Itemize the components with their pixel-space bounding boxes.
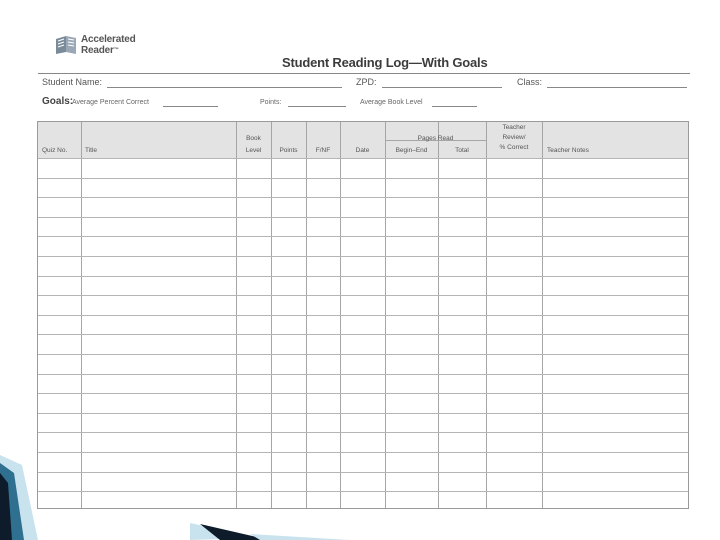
points-goal-label: Points: [260,99,282,106]
table-row[interactable] [38,197,688,199]
book-icon [56,36,76,54]
header-total: Total [455,147,469,154]
table-row[interactable] [38,334,688,336]
table-row[interactable] [38,373,688,375]
header-book-level-1: Book [246,135,261,142]
header-teacher-review-3: % Correct [499,144,529,151]
zpd-label: ZPD: [356,77,377,87]
header-fnf: F/NF [315,147,331,154]
table-row[interactable] [38,216,688,218]
header-quiz-no: Quiz No. [42,147,68,154]
class-field[interactable] [547,87,687,88]
table-row[interactable] [38,491,688,493]
points-goal-field[interactable] [288,106,346,107]
table-row[interactable] [38,275,688,277]
avg-percent-field[interactable] [163,106,218,107]
reading-log-table: Quiz No. Title Book Level Points F/NF Da… [37,121,689,509]
table-row[interactable] [38,452,688,453]
zpd-field[interactable] [382,87,502,88]
table-row[interactable] [38,256,688,257]
table-row[interactable] [38,236,688,238]
avg-book-level-label: Average Book Level [360,99,423,106]
table-row[interactable] [38,158,688,159]
table-row[interactable] [38,432,688,434]
table-row[interactable] [38,295,688,297]
header-pages-read: Pages Read [417,135,454,142]
slide-bottom-decoration [190,523,350,540]
header-teacher-review-1: Teacher [502,124,526,131]
logo-line-1: Accelerated [81,34,136,45]
header-title: Title [85,147,98,154]
header-points: Points [279,147,298,154]
avg-book-level-field[interactable] [432,106,477,107]
header-date: Date [355,147,370,154]
page-title: Student Reading Log—With Goals [282,55,488,70]
accelerated-reader-logo: Accelerated Reader™ [54,34,164,60]
table-row[interactable] [38,177,688,179]
student-name-field[interactable] [107,87,342,88]
slide-corner-decoration [0,455,38,540]
table-row[interactable] [38,412,688,414]
student-name-label: Student Name: [42,77,103,87]
header-teacher-notes: Teacher Notes [547,147,589,154]
goals-label: Goals: [42,96,74,107]
table-row[interactable] [38,314,688,316]
avg-percent-label: Average Percent Correct [72,99,149,106]
class-label: Class: [517,77,543,87]
header-book-level-2: Level [245,147,262,154]
header-teacher-review-2: Review/ [502,134,526,141]
table-row[interactable] [38,471,688,473]
table-row[interactable] [38,354,688,355]
table-row[interactable] [38,393,688,395]
title-rule [38,73,690,74]
header-begin-end: Begin–End [395,147,428,154]
logo-line-2: Reader™ [81,45,119,56]
